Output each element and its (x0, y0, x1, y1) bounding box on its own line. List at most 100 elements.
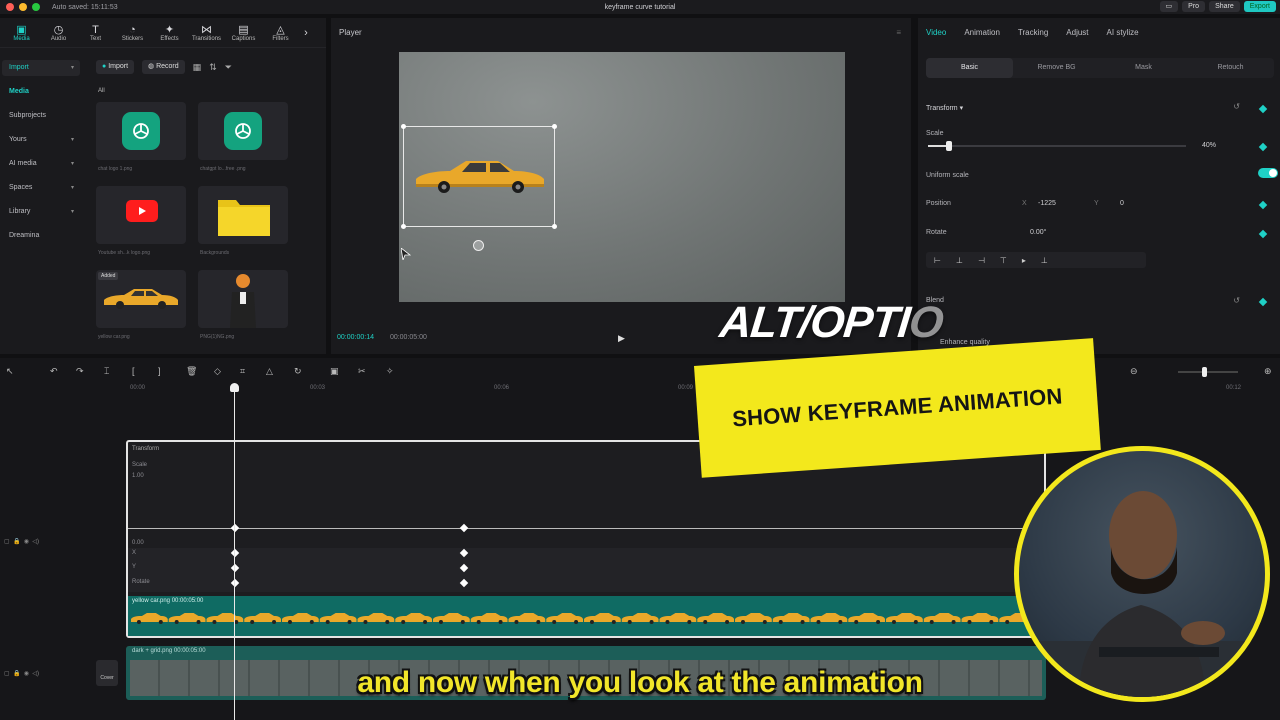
split-icon[interactable]: ⌶ (104, 366, 109, 377)
media-thumb-youtube-logo[interactable]: Youtube sh...k logo.png (96, 186, 186, 256)
auto-cut-icon[interactable]: ✂ (358, 366, 366, 377)
media-thumb-chatgpt-logo[interactable]: chatgpt lo...free .png (198, 102, 288, 172)
reset-icon[interactable]: ↺ (1233, 296, 1240, 305)
zoom-out-icon[interactable]: ⊖ (1130, 366, 1138, 377)
sidebar-item-yours[interactable]: Yours ▾ (2, 132, 80, 148)
import-button[interactable]: ● Import (96, 60, 135, 74)
keyframe-icon[interactable] (1258, 104, 1268, 114)
keyframe-icon[interactable] (1258, 229, 1268, 239)
toolbar-media[interactable]: ▣ Media (3, 24, 40, 42)
curve-keyframe[interactable] (230, 523, 240, 533)
toolbar-captions[interactable]: ▤ Captions (225, 24, 262, 42)
curve-keyframe[interactable] (459, 523, 469, 533)
layout-icon[interactable]: ▭ (1159, 1, 1179, 12)
media-thumb-yellow-car[interactable]: Added yellow car.png (96, 270, 186, 340)
select-tool-icon[interactable]: ↖ (6, 366, 14, 377)
toolbar-effects[interactable]: ✦ Effects (151, 24, 188, 42)
sidebar-item-import[interactable]: Import ▾ (2, 60, 80, 76)
keyframe-graph-block[interactable]: Transform Scale 1.00 0.00 X Y Rotate yel… (126, 440, 1046, 638)
yellow-car-clip[interactable]: yellow car.png 00:00:05:00 (128, 596, 1044, 636)
track-controls[interactable]: ▢ 🔒 ◉ ◁) (4, 538, 39, 545)
position-x-input[interactable]: -1225 (1038, 200, 1056, 207)
rotate-handle-icon[interactable] (473, 240, 484, 251)
filter-icon[interactable]: ⏷ (225, 62, 232, 73)
toolbar-filters[interactable]: ◬ Filters (262, 24, 299, 42)
mirror-icon[interactable]: △ (266, 366, 273, 377)
media-thumb-backgrounds[interactable]: Backgrounds (198, 186, 288, 256)
share-button[interactable]: Share (1209, 1, 1240, 12)
align-middle-icon[interactable]: ▸ (1022, 256, 1026, 265)
tab-animation[interactable]: Animation (964, 28, 1000, 37)
undo-icon[interactable]: ↶ (50, 366, 58, 377)
toolbar-more-icon[interactable]: › (299, 27, 313, 39)
sort-icon[interactable]: ⇅ (209, 62, 217, 73)
filter-all-tab[interactable]: All (98, 88, 105, 94)
marker-icon[interactable]: ◇ (214, 366, 221, 377)
align-center-icon[interactable]: ⊥ (956, 256, 963, 265)
rotate-input[interactable]: 0.00° (1030, 229, 1046, 236)
subtab-basic[interactable]: Basic (926, 58, 1013, 78)
zoom-knob[interactable] (1202, 367, 1207, 377)
pro-button[interactable]: Pro (1182, 1, 1206, 12)
trim-left-icon[interactable]: [ (132, 366, 135, 376)
keyframe-icon[interactable] (1258, 297, 1268, 307)
media-thumb-person-png[interactable]: PNG(1)NG.png (198, 270, 288, 340)
tab-adjust[interactable]: Adjust (1066, 28, 1088, 37)
lane-keyframe[interactable] (230, 548, 240, 558)
magic-icon[interactable]: ✧ (386, 366, 394, 377)
export-button[interactable]: Export (1243, 1, 1276, 12)
align-top-icon[interactable]: ⊤ (1000, 256, 1007, 265)
align-left-icon[interactable]: ⊢ (934, 256, 941, 265)
keyframe-icon[interactable] (1258, 200, 1268, 210)
subtab-remove-bg[interactable]: Remove BG (1013, 58, 1100, 78)
resize-handle[interactable] (401, 224, 406, 229)
trim-right-icon[interactable]: ] (158, 366, 161, 376)
toolbar-text[interactable]: T Text (77, 24, 114, 42)
tab-ai-stylize[interactable]: AI stylize (1107, 28, 1139, 37)
lane-keyframe[interactable] (459, 563, 469, 573)
lane-keyframe[interactable] (459, 578, 469, 588)
preview-canvas[interactable] (399, 52, 845, 302)
delete-icon[interactable]: 🗑 (186, 366, 197, 377)
reset-icon[interactable]: ↺ (1233, 102, 1240, 111)
uniform-scale-toggle[interactable] (1258, 168, 1278, 178)
slider-knob[interactable] (946, 141, 952, 151)
grid-view-icon[interactable]: ▦ (193, 62, 202, 73)
tab-video[interactable]: Video (926, 28, 946, 37)
timeline-ruler[interactable]: 00:00 00:03 00:06 00:09 00:12 (98, 382, 1278, 396)
resize-handle[interactable] (401, 124, 406, 129)
crop-icon[interactable]: ⌗ (240, 366, 245, 377)
keyframe-icon[interactable] (1258, 142, 1268, 152)
align-bottom-icon[interactable]: ⊥ (1041, 256, 1048, 265)
sidebar-item-library[interactable]: Library ▾ (2, 204, 80, 220)
record-button[interactable]: ◍ Record (142, 60, 185, 74)
subtab-mask[interactable]: Mask (1100, 58, 1187, 78)
redo-icon[interactable]: ↷ (76, 366, 84, 377)
play-button[interactable]: ▶ (618, 333, 625, 344)
sidebar-item-dreamina[interactable]: Dreamina (2, 228, 80, 244)
toolbar-transitions[interactable]: ⋈ Transitions (188, 24, 225, 42)
curve-line[interactable] (128, 528, 1044, 529)
tab-tracking[interactable]: Tracking (1018, 28, 1048, 37)
scale-slider[interactable] (928, 141, 1186, 151)
lane-keyframe[interactable] (459, 548, 469, 558)
align-right-icon[interactable]: ⊣ (978, 256, 985, 265)
zoom-in-icon[interactable]: ⊕ (1264, 366, 1272, 377)
sidebar-item-ai-media[interactable]: AI media ▾ (2, 156, 80, 172)
position-y-input[interactable]: 0 (1120, 200, 1124, 207)
resize-handle[interactable] (552, 224, 557, 229)
subtab-retouch[interactable]: Retouch (1187, 58, 1274, 78)
zoom-slider[interactable] (1178, 367, 1238, 377)
scale-value[interactable]: 40% (1202, 142, 1216, 149)
sidebar-item-subprojects[interactable]: Subprojects (2, 108, 80, 124)
freeze-icon[interactable]: ▣ (330, 366, 339, 377)
lane-keyframe[interactable] (230, 578, 240, 588)
lane-keyframe[interactable] (230, 563, 240, 573)
resize-handle[interactable] (552, 124, 557, 129)
selection-box[interactable] (401, 124, 557, 229)
sidebar-item-media[interactable]: Media (2, 84, 80, 100)
media-thumb-chat-logo[interactable]: chat logo 1.png (96, 102, 186, 172)
loop-icon[interactable]: ↻ (294, 366, 302, 377)
toolbar-stickers[interactable]: ◔ Stickers (114, 24, 151, 42)
toolbar-audio[interactable]: ◷ Audio (40, 24, 77, 42)
